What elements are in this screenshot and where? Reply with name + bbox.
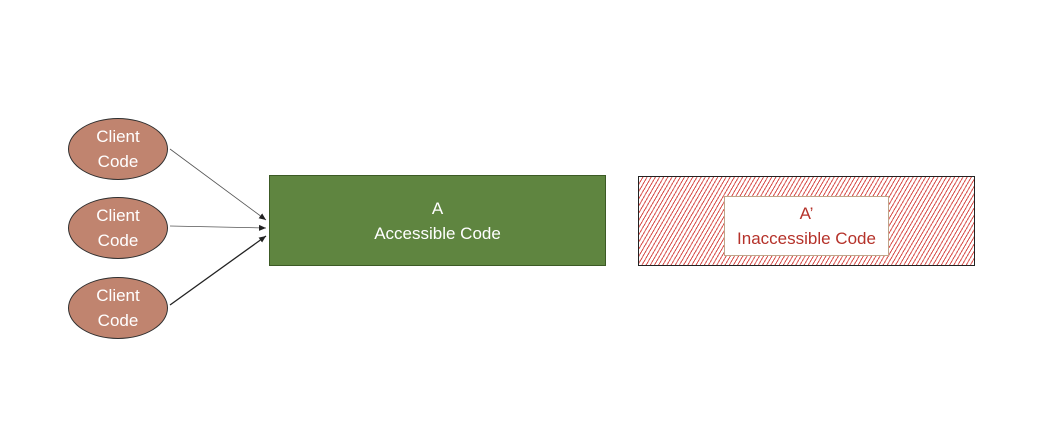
inaccessible-code-label: Inaccessible Code (737, 229, 876, 248)
inaccessible-code-label-box: A’ Inaccessible Code (724, 196, 889, 256)
client-code-ellipse-1: Client Code (68, 118, 168, 180)
client-code-ellipse-2: Client Code (68, 197, 168, 259)
arrow-client-2-to-a (169, 224, 267, 231)
accessible-code-box: A Accessible Code (269, 175, 606, 266)
arrow-client-3-to-a (169, 235, 267, 306)
client-code-label-line1: Client (96, 127, 140, 146)
client-code-label-line2: Code (97, 231, 139, 250)
inaccessible-code-hatched-box: A’ Inaccessible Code (638, 176, 975, 266)
client-code-label-line2: Code (97, 152, 139, 171)
client-code-label-line2: Code (97, 311, 139, 330)
client-code-ellipse-3: Client Code (68, 277, 168, 339)
accessible-code-label: Accessible Code (374, 223, 501, 243)
arrow-client-1-to-a (169, 148, 267, 221)
client-code-label-line1: Client (96, 206, 140, 225)
inaccessible-code-title: A’ (799, 204, 814, 223)
client-code-label-line1: Client (96, 286, 140, 305)
accessible-code-title: A (431, 198, 444, 218)
diagram-canvas: Client Code Client Code Client Code A Ac… (0, 0, 1043, 444)
